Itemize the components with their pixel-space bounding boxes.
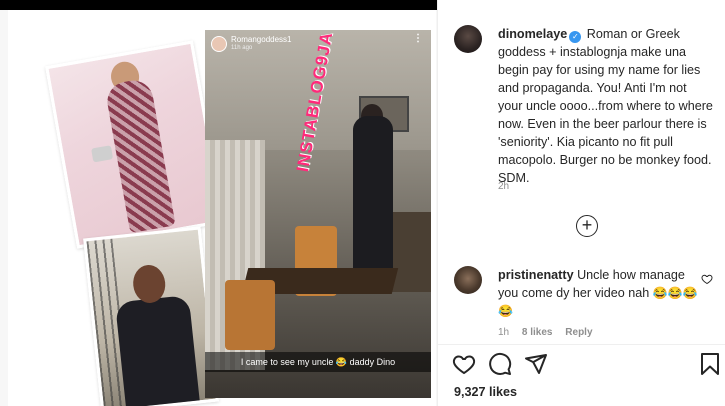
post-media[interactable]: Romangoddess1 11h ago ⋮ INSTABLOG9JA I c… xyxy=(0,10,437,406)
dining-chair xyxy=(225,280,275,350)
comment-meta: 1h 8 likes Reply xyxy=(498,327,603,338)
author-username[interactable]: dinomelaye xyxy=(498,27,567,41)
more-options-icon: ⋮ xyxy=(413,33,423,44)
story-time: 11h ago xyxy=(231,45,253,51)
comment-time[interactable]: 1h xyxy=(498,327,509,338)
story-caption: I came to see my uncle 😂 daddy Dino xyxy=(205,352,431,372)
plus-circle-icon: + xyxy=(581,215,593,235)
post-caption-block: dinomelaye ✓ Roman or Greek goddess + ins… xyxy=(498,25,714,187)
share-icon[interactable] xyxy=(524,352,548,376)
commenter-username[interactable]: pristinenatty xyxy=(498,268,574,282)
woman-handbag xyxy=(91,145,114,163)
post-caption: Roman or Greek goddess + instablognja ma… xyxy=(498,27,713,185)
comment-block: pristinenatty Uncle how manage you come … xyxy=(498,266,698,320)
top-black-strip xyxy=(0,0,437,10)
load-more-comments-button[interactable]: + xyxy=(576,215,598,237)
likes-count[interactable]: 9,327 likes xyxy=(454,385,517,399)
verified-badge-icon: ✓ xyxy=(569,31,582,43)
story-screenshot: Romangoddess1 11h ago ⋮ INSTABLOG9JA I c… xyxy=(205,30,431,398)
action-bar xyxy=(452,352,722,378)
bookmark-icon[interactable] xyxy=(698,352,722,376)
divider xyxy=(438,344,725,345)
story-avatar xyxy=(211,36,227,52)
comment-heart-icon[interactable] xyxy=(701,273,713,285)
comments-section[interactable]: dinomelaye ✓ Roman or Greek goddess + ins… xyxy=(438,0,725,344)
media-collage: Romangoddess1 11h ago ⋮ INSTABLOG9JA I c… xyxy=(8,10,436,406)
post-side-panel: dinomelaye ✓ Roman or Greek goddess + ins… xyxy=(437,0,725,406)
woman-photo xyxy=(45,40,225,249)
reply-button[interactable]: Reply xyxy=(565,327,592,338)
comment-likes[interactable]: 8 likes xyxy=(522,327,553,338)
story-username: Romangoddess1 xyxy=(231,35,292,44)
man-photo xyxy=(83,226,219,406)
author-avatar[interactable] xyxy=(454,25,482,53)
woman-outfit xyxy=(104,77,176,234)
person-figure xyxy=(353,116,393,292)
man-suit xyxy=(114,294,202,406)
heart-icon[interactable] xyxy=(452,352,476,376)
comment-icon[interactable] xyxy=(488,352,512,376)
commenter-avatar[interactable] xyxy=(454,266,482,294)
post-timestamp[interactable]: 2h xyxy=(498,181,509,192)
